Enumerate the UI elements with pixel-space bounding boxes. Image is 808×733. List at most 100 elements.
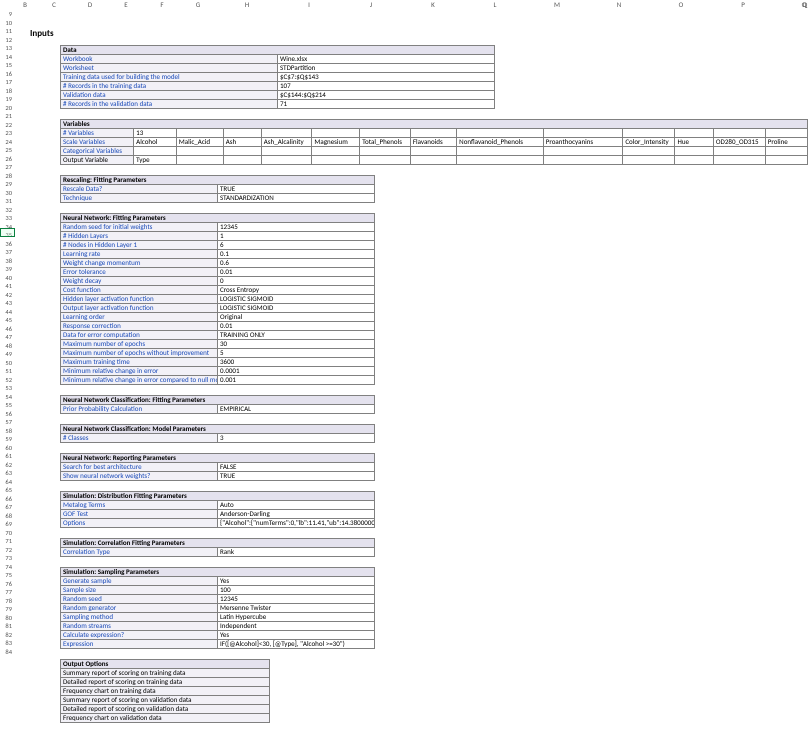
param-label: Random streams [61,622,218,631]
variable-cell [410,147,456,156]
row-header: 53 [0,384,14,393]
variable-cell [713,147,765,156]
variable-cell [176,156,223,165]
variable-cell [713,129,765,138]
row-header: 74 [0,563,14,572]
row-header: 37 [0,248,14,257]
param-value: TRUE [218,185,375,194]
param-value: 30 [218,340,375,349]
variable-cell: 13 [134,129,177,138]
row-header: 52 [0,376,14,385]
column-header: D [72,0,108,10]
variable-cell: Nonflavanoid_Phenols [457,138,544,147]
column-header: C [36,0,72,10]
param-value: Yes [218,631,375,640]
row-header: 45 [0,316,14,325]
variable-cell [675,147,713,156]
variable-cell [765,147,807,156]
row-header: 79 [0,605,14,614]
variable-cell [543,156,623,165]
variable-cell: Proline [765,138,807,147]
param-value: Yes [218,577,375,586]
row-header: 40 [0,274,14,283]
param-label: Summary report of scoring on training da… [61,669,270,678]
variable-cell: Alcohol [134,138,177,147]
variable-cell [261,156,312,165]
column-header: O [650,0,712,10]
row-header: 11 [0,27,14,36]
param-value: 71 [278,100,495,109]
row-header: 50 [0,359,14,368]
row-header: 32 [0,206,14,215]
section-sim-corr: Simulation: Correlation Fitting Paramete… [60,538,808,557]
param-value: 1 [218,232,375,241]
row-header: 54 [0,393,14,402]
param-label: Correlation Type [61,548,218,557]
row-header: 20 [0,104,14,113]
variable-cell [543,147,623,156]
row-header: 80 [0,614,14,623]
variable-cell [623,147,675,156]
param-label: # Records in the validation data [61,100,278,109]
variable-cell [457,147,544,156]
row-header: 29 [0,180,14,189]
row-header: 28 [0,172,14,181]
param-value: Rank [218,548,375,557]
param-label: Calculate expression? [61,631,218,640]
variable-cell: Type [134,156,177,165]
param-value: LOGISTIC SIGMOID [218,304,375,313]
row-header: 33 [0,214,14,223]
param-label: Hidden layer activation function [61,295,218,304]
variable-cell [765,129,807,138]
param-label: Categorical Variables [61,147,134,156]
row-header: 13 [0,44,14,53]
variable-cell [623,129,675,138]
column-headers: BCDEFGHIJKLMNOPQ [0,0,808,10]
param-label: Weight change momentum [61,259,218,268]
section-heading: Neural Network Classification: Model Par… [61,425,375,434]
param-value: 3600 [218,358,375,367]
section-heading: Output Options [61,660,270,669]
variable-cell [410,156,456,165]
column-header: E [108,0,144,10]
section-nn-class-model: Neural Network Classification: Model Par… [60,424,808,443]
variable-cell [360,147,411,156]
row-header: 16 [0,70,14,79]
row-header: 12 [0,36,14,45]
section-heading: Neural Network Classification: Fitting P… [61,396,375,405]
param-label: Technique [61,194,218,203]
row-header: 70 [0,529,14,538]
variable-cell [223,147,261,156]
param-label: Detailed report of scoring on training d… [61,678,270,687]
column-header: J [340,0,402,10]
param-label: Frequency chart on validation data [61,714,270,723]
spreadsheet-sheet: BCDEFGHIJKLMNOPQ Q 910111213141516171819… [0,0,808,693]
param-label: Worksheet [61,64,278,73]
row-header: 19 [0,95,14,104]
section-heading: Neural Network: Reporting Parameters [61,454,375,463]
column-header: K [402,0,464,10]
row-header: 44 [0,308,14,317]
variable-cell [261,147,312,156]
param-label: Detailed report of scoring on validation… [61,705,270,714]
variable-cell: Ash [223,138,261,147]
variable-cell: Color_Intensity [623,138,675,147]
row-header: 18 [0,87,14,96]
variable-cell: Hue [675,138,713,147]
variable-cell [312,156,360,165]
param-label: Learning rate [61,250,218,259]
param-value: STANDARDIZATION [218,194,375,203]
row-header: 21 [0,112,14,121]
row-header: 62 [0,461,14,470]
param-label: Validation data [61,91,278,100]
row-header: 24 [0,138,14,147]
row-header: 55 [0,401,14,410]
row-header: 68 [0,512,14,521]
variable-cell: Total_Phenols [360,138,411,147]
variable-cell [713,156,765,165]
variable-cell [176,129,223,138]
param-value: Cross Entropy [218,286,375,295]
row-header: 10 [0,19,14,28]
param-value: 12345 [218,595,375,604]
row-header: 81 [0,622,14,631]
